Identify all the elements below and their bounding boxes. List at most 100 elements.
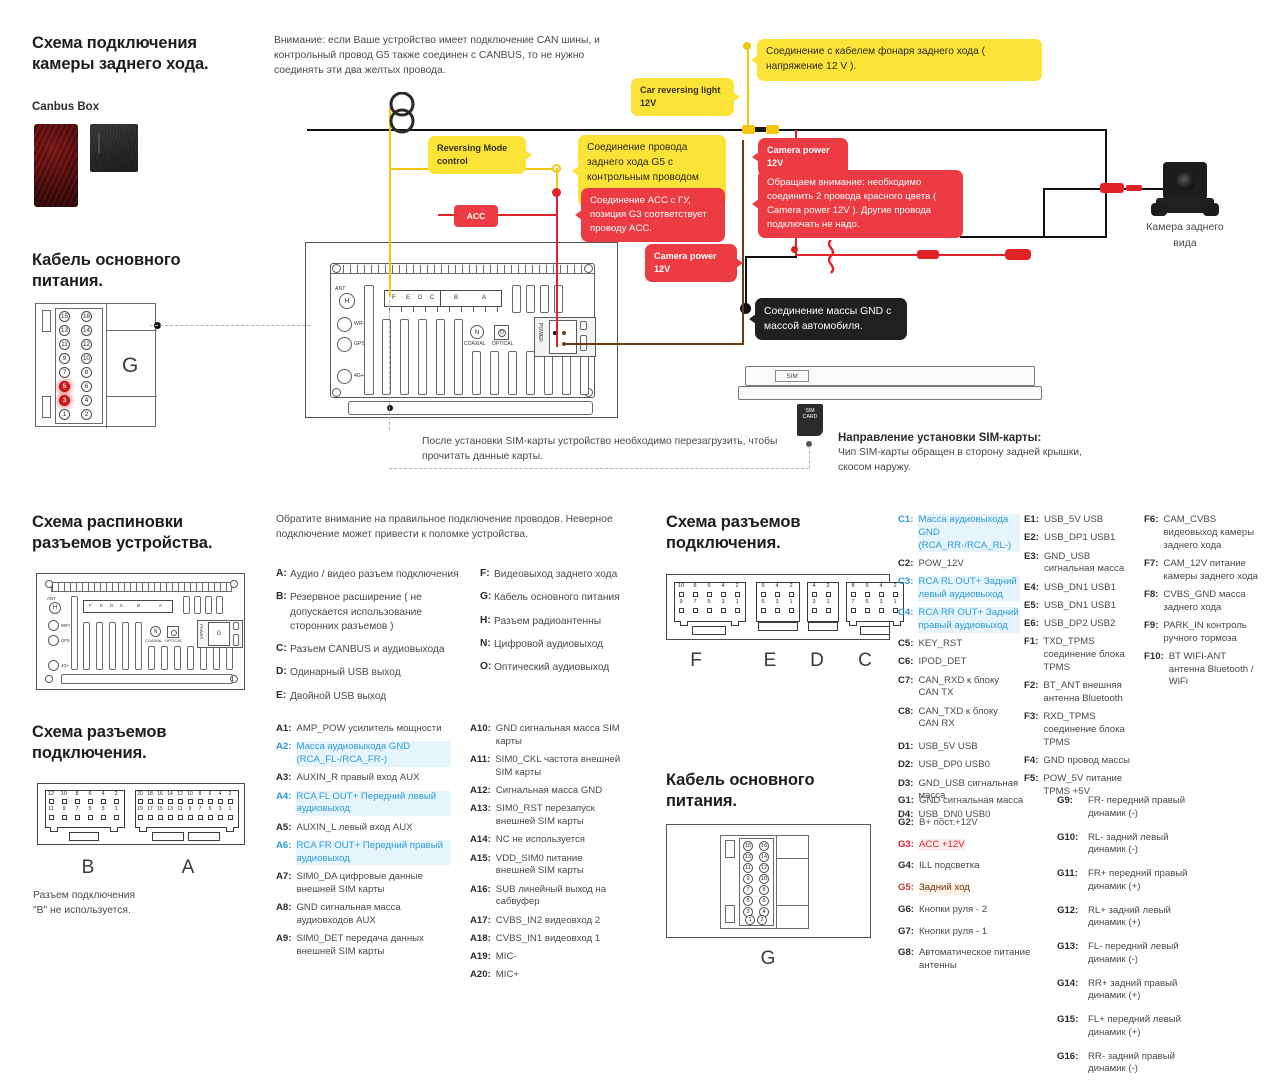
legend-value: Разъем CANBUS и аудиовыхода [290, 644, 445, 656]
connector-e[interactable]: 6 4 2 5 3 1 [756, 582, 800, 622]
g-pin-10[interactable]: 10 [81, 353, 92, 364]
pin-legend-c-d: C1: Масса аудиовыхода GND (RCA_RR-/RCA_RL… [898, 514, 1020, 827]
pin-key: G11: [1057, 868, 1078, 879]
connector-a-notch-r [226, 827, 234, 832]
g-pin-13[interactable]: 13 [59, 325, 70, 336]
g-pin-4[interactable]: 4 [81, 395, 92, 406]
wifi-port[interactable] [337, 317, 352, 332]
rca-connector-red-a [1100, 183, 1124, 193]
sim-direction-text: Чип SIM-карты обращен в сторону задней к… [838, 447, 1082, 473]
slot-8 [508, 351, 517, 395]
g2-pin-13[interactable]: 13 [743, 852, 753, 862]
g-pin-6[interactable]: 6 [81, 381, 92, 392]
pinout-power-connector-g[interactable]: G [208, 622, 230, 646]
wire-node-yellow-top [743, 42, 751, 50]
pin-value: MIC- [495, 951, 517, 962]
pin-row: A3: AUXIN_R правый вход AUX [276, 772, 451, 785]
head-unit-bottom-bar [348, 401, 593, 415]
pin-value: CVBS_GND масса заднего хода [1163, 588, 1246, 613]
pinout-slot-5 [135, 622, 142, 670]
g2-pin-5[interactable]: 5 [743, 896, 753, 906]
screw-top-right-icon [584, 264, 593, 273]
pinout-slot-top-1 [183, 596, 190, 614]
g2-pin-8[interactable]: 8 [759, 885, 769, 895]
power-connector-g[interactable] [549, 320, 577, 354]
port-letter-a: A [482, 295, 487, 301]
wiring-diagram-page: Схема подключения камеры заднего хода. C… [0, 0, 1280, 1074]
pinout-coaxial-port[interactable]: N [150, 626, 161, 637]
head-unit-vent-ticks [336, 265, 589, 273]
g2-pin-2[interactable]: 2 [757, 915, 767, 925]
pin-num: 11 [48, 806, 54, 812]
pinout-antenna-port-h[interactable]: H [49, 602, 61, 614]
callout-reversing-mode-control-text: Reversing Mode control [437, 143, 508, 167]
pin-value: ACC +12V [919, 838, 965, 852]
pin-num: 9 [188, 806, 192, 812]
pin-key: F2: [1024, 680, 1039, 691]
g-pin-16[interactable]: 16 [81, 311, 92, 322]
fourg-port[interactable] [337, 369, 352, 384]
pin-value: FR+ передний правый динамик (+) [1088, 868, 1188, 892]
pinout-gps-port[interactable] [48, 635, 59, 646]
g-pin-5-highlighted[interactable]: 5 [59, 381, 70, 392]
pin-key: A7: [276, 870, 292, 882]
g-pin-9[interactable]: 9 [59, 353, 70, 364]
pin-value: VDD_SIM0 питание внешней SIM карты [495, 852, 584, 877]
pin-num: 10 [60, 790, 68, 797]
g-pin-7[interactable]: 7 [59, 367, 70, 378]
pinout-slot-9 [187, 646, 194, 670]
g-pin-2[interactable]: 2 [81, 409, 92, 420]
callout-acc-note: Соединение ACC с ГУ, позиция G3 соответс… [575, 188, 725, 242]
pin-value: RCA RR OUT+ Задний правый аудиовыход [918, 607, 1020, 633]
g-pin-15[interactable]: 15 [59, 311, 70, 322]
g2-pin-10[interactable]: 10 [759, 874, 769, 884]
g-pin-12[interactable]: 12 [81, 339, 92, 350]
g-latch-top [42, 310, 51, 332]
port-letter-d: D [418, 295, 423, 301]
pinout-slot-6 [148, 646, 155, 670]
pin-key: C1: [898, 514, 914, 525]
pin-key: E4: [1024, 581, 1039, 593]
callout-two-red-wires: Обращаем внимание: необходимо соединить … [752, 170, 963, 238]
pin-value: USB_DN1 USB1 [1043, 599, 1116, 611]
antenna-port-h[interactable]: H [339, 293, 355, 309]
g2-pin-9[interactable]: 9 [743, 874, 753, 884]
coaxial-port[interactable]: N [470, 325, 484, 339]
connector-c[interactable]: 8 6 4 2 7 5 3 1 [846, 582, 904, 622]
connector-a[interactable]: 20 18 16 14 12 10 8 6 4 2 19 17 15 13 11… [135, 790, 239, 828]
g-pin-14[interactable]: 14 [81, 325, 92, 336]
pin-num: 3 [812, 599, 816, 605]
g-pin-1[interactable]: 1 [59, 409, 70, 420]
g2-latch-bottom [725, 905, 735, 923]
g-pin-11[interactable]: 11 [59, 339, 70, 350]
g2-pin-12[interactable]: 12 [759, 863, 769, 873]
g2-pin-7[interactable]: 7 [743, 885, 753, 895]
legend-key: O: [480, 661, 492, 673]
g2-pin-6[interactable]: 6 [759, 896, 769, 906]
g2-pin-16[interactable]: 16 [759, 841, 769, 851]
pin-row: A11: SIM0_CKL частота внешней SIM карты [470, 754, 622, 780]
pin-row: E3: GND_USB сигнальная масса [1024, 551, 1136, 577]
g2-pin-11[interactable]: 11 [743, 863, 753, 873]
gps-port[interactable] [337, 337, 352, 352]
slot-7 [490, 351, 499, 395]
pinout-slot-4 [122, 622, 129, 670]
pin-value: AUXIN_R правый вход AUX [296, 772, 420, 784]
optical-port-inner: O [498, 329, 506, 337]
optical-port[interactable]: O [494, 325, 509, 340]
connector-d[interactable]: 4 2 3 1 [807, 582, 839, 622]
g2-pin-1[interactable]: 1 [745, 915, 755, 925]
pin-key: F10: [1144, 650, 1164, 662]
pin-key: A4: [276, 790, 292, 802]
g-pin-8[interactable]: 8 [81, 367, 92, 378]
pinout-wifi-port[interactable] [48, 620, 59, 631]
pinout-optical-port[interactable] [167, 626, 179, 638]
power-connector-g-top-diagram: 15 13 11 9 7 5 3 1 16 14 12 10 8 6 4 2 G [35, 303, 157, 428]
connector-b[interactable]: 12 10 8 6 4 2 11 9 7 5 3 1 [45, 790, 125, 828]
g-pin-3-highlighted[interactable]: 3 [59, 395, 70, 406]
g2-pin-15[interactable]: 15 [743, 841, 753, 851]
connector-f[interactable]: 10 8 6 4 2 9 7 5 3 1 [674, 582, 746, 622]
pinout-4g-port[interactable] [48, 660, 59, 671]
g2-pin-14[interactable]: 14 [759, 852, 769, 862]
pin-key: E3: [1024, 550, 1039, 562]
